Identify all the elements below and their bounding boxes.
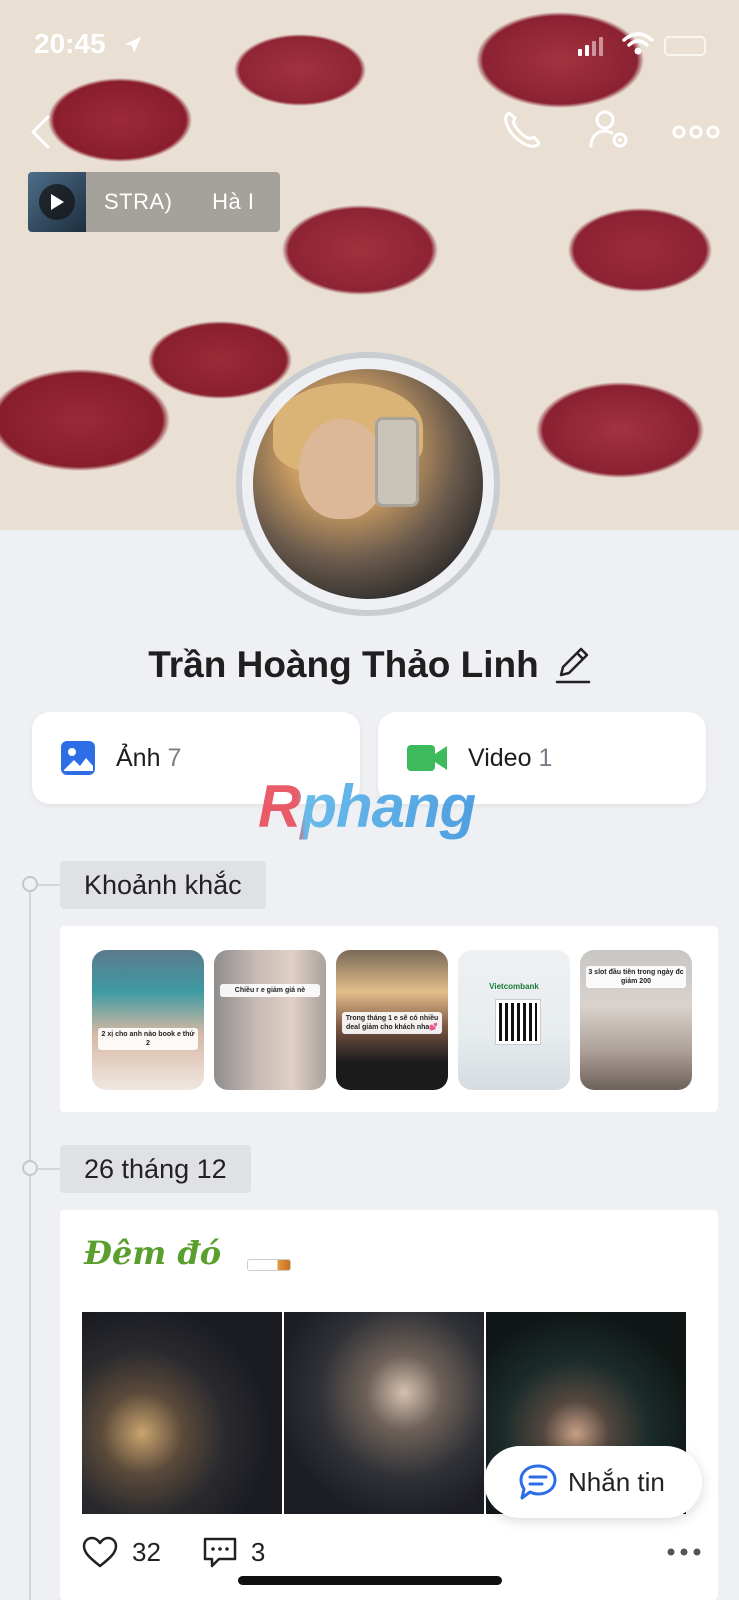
videos-count: 1 <box>538 743 553 772</box>
moment-thumbnail[interactable]: 3 slot đầu tiên trong ngày đc giảm 200 <box>580 950 692 1090</box>
watermark-logo: Rphang <box>258 773 476 840</box>
moment-caption: Chiều r e giảm giá nè <box>220 984 320 997</box>
post-reactions: 32 3 <box>82 1532 702 1572</box>
location-arrow-icon <box>124 36 142 54</box>
post-card: Đêm đó 32 3 <box>60 1210 718 1600</box>
heart-icon[interactable] <box>82 1536 118 1568</box>
profile-name-row: Trần Hoàng Thảo Linh <box>0 640 739 690</box>
send-message-button[interactable]: Nhắn tin <box>484 1446 702 1518</box>
timeline-line <box>29 885 31 1600</box>
moment-caption: 2 xị cho anh nào book e thứ 2 <box>98 1028 198 1050</box>
cigarette-emoji <box>248 1260 290 1270</box>
moment-thumbnail[interactable]: Vietcombank <box>458 950 570 1090</box>
timeline-dot <box>22 1160 38 1176</box>
chat-bubble-icon <box>519 1464 557 1500</box>
battery-icon <box>664 36 706 56</box>
timeline-connector <box>38 1168 60 1170</box>
more-dots-icon <box>672 125 720 139</box>
photos-count: 7 <box>167 743 182 772</box>
timeline-dot <box>22 876 38 892</box>
date-label: 26 tháng 12 <box>60 1145 251 1193</box>
moment-thumbnail[interactable]: Trong tháng 1 e sẽ có nhiều deal giảm ch… <box>336 950 448 1090</box>
qr-code <box>496 1000 540 1044</box>
user-gear-icon <box>589 110 628 148</box>
avatar-face <box>299 419 385 519</box>
top-navigation <box>0 108 739 156</box>
phone-icon <box>504 111 541 148</box>
moment-caption: Trong tháng 1 e sẽ có nhiều deal giảm ch… <box>342 1012 442 1034</box>
moments-card: 2 xị cho anh nào book e thứ 2 Chiều r e … <box>60 926 718 1112</box>
avatar-phone <box>375 417 419 507</box>
comments-count: 3 <box>250 1536 266 1567</box>
status-bar: 20:45 <box>0 28 739 64</box>
music-title: STRA) Hà I <box>104 189 255 214</box>
moments-section-label: Khoảnh khắc <box>60 861 266 909</box>
photo-gallery-icon <box>61 741 95 775</box>
wifi-icon <box>622 32 654 55</box>
status-time: 20:45 <box>34 28 106 59</box>
chevron-left-icon <box>31 115 50 149</box>
moment-thumbnail[interactable]: Chiều r e giảm giá nè <box>214 950 326 1090</box>
video-camera-icon <box>407 745 447 771</box>
videos-label-group: Video 1 <box>468 744 552 773</box>
photos-label: Ảnh <box>116 743 161 772</box>
moment-caption: 3 slot đầu tiên trong ngày đc giảm 200 <box>586 966 686 988</box>
post-photo[interactable] <box>82 1312 282 1514</box>
profile-settings-button[interactable] <box>588 108 636 156</box>
post-photo[interactable] <box>284 1312 484 1514</box>
play-button[interactable] <box>39 184 75 220</box>
post-more-icon[interactable] <box>666 1547 702 1557</box>
likes-count: 32 <box>132 1536 161 1567</box>
play-icon <box>51 194 64 210</box>
comment-icon[interactable] <box>203 1536 237 1568</box>
avatar[interactable] <box>253 369 483 599</box>
avatar-frame[interactable] <box>236 352 500 616</box>
home-indicator <box>238 1576 502 1585</box>
timeline-connector <box>38 884 60 886</box>
edit-pencil-icon[interactable] <box>553 645 591 685</box>
moment-thumbnail[interactable]: 2 xị cho anh nào book e thứ 2 <box>92 950 204 1090</box>
profile-music-player[interactable]: STRA) Hà I <box>28 172 280 232</box>
profile-name: Trần Hoàng Thảo Linh <box>148 644 539 685</box>
cellular-signal-icon <box>578 37 603 56</box>
back-button[interactable] <box>28 108 68 156</box>
videos-label: Video <box>468 743 532 772</box>
music-cover-art <box>28 172 86 232</box>
post-title: Đêm đó <box>84 1234 222 1272</box>
photos-label-group: Ảnh 7 <box>116 744 181 773</box>
moment-caption: Vietcombank <box>489 982 539 991</box>
more-options-button[interactable] <box>672 114 720 150</box>
call-button[interactable] <box>500 108 548 156</box>
send-message-label: Nhắn tin <box>568 1466 665 1497</box>
